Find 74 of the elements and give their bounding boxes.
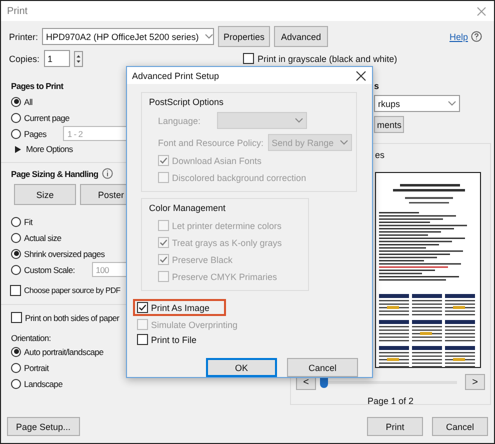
section-heading: Page Sizing & Handling bbox=[11, 168, 98, 178]
toolbar-button[interactable]: Advanced bbox=[274, 26, 328, 47]
radio-button[interactable] bbox=[11, 216, 21, 226]
radio-label: Landscape bbox=[24, 378, 62, 388]
checkbox-label: Print to File bbox=[151, 334, 197, 344]
radio-button[interactable] bbox=[11, 264, 21, 274]
caret-icon bbox=[340, 140, 348, 145]
window-title: Print bbox=[7, 6, 28, 16]
printer-dropdown[interactable]: HPD970A2 (HP OfficeJet 5200 series) bbox=[42, 28, 214, 45]
radio-label: Shrink oversized pages bbox=[24, 248, 105, 258]
radio-button[interactable] bbox=[11, 346, 21, 356]
radio-label: Current page bbox=[24, 112, 70, 122]
checkbox[interactable] bbox=[11, 312, 22, 323]
toolbar-button[interactable]: Properties bbox=[218, 26, 270, 47]
next-page-button[interactable]: > bbox=[465, 374, 485, 390]
printer-label: Printer: bbox=[9, 32, 38, 42]
checkbox[interactable] bbox=[137, 302, 148, 313]
radio-button[interactable] bbox=[11, 128, 21, 138]
radio-label: All bbox=[24, 96, 32, 106]
checkbox[interactable] bbox=[137, 334, 148, 345]
sizing-button[interactable]: Size bbox=[14, 184, 76, 205]
section-heading: Pages to Print bbox=[11, 81, 64, 91]
more-options-toggle[interactable]: More Options bbox=[26, 144, 73, 154]
radio-button[interactable] bbox=[11, 232, 21, 242]
section-heading: es bbox=[375, 150, 385, 160]
checkbox-label: Preserve CMYK Primaries bbox=[172, 272, 278, 282]
dialog-button[interactable]: Cancel bbox=[287, 358, 358, 377]
checkbox-label: Print on both sides of paper bbox=[25, 312, 120, 322]
checkbox[interactable] bbox=[242, 53, 254, 64]
radio-button[interactable] bbox=[11, 362, 21, 372]
caret-icon bbox=[294, 118, 303, 123]
checkbox-label: Treat grays as K-only grays bbox=[172, 238, 282, 248]
radio-label: Portrait bbox=[24, 362, 49, 372]
checkbox-label: Print As Image bbox=[151, 302, 210, 312]
checkbox-label: Download Asian Fonts bbox=[172, 156, 262, 166]
dialog-title: Advanced Print Setup bbox=[132, 70, 220, 80]
checkbox-label: Simulate Overprinting bbox=[151, 320, 238, 330]
radio-label: Fit bbox=[24, 216, 32, 226]
info-icon[interactable] bbox=[102, 168, 114, 179]
checkbox-label: Discolored background correction bbox=[172, 172, 306, 182]
copies-field[interactable]: 1 bbox=[44, 50, 70, 67]
dialog-button[interactable]: OK bbox=[206, 358, 277, 377]
checkbox[interactable] bbox=[10, 285, 21, 296]
language-label: Language: bbox=[158, 116, 201, 126]
help-icon[interactable] bbox=[471, 31, 482, 42]
section-heading: s bbox=[374, 81, 380, 91]
help-link[interactable]: Help bbox=[449, 32, 468, 42]
radio-button[interactable] bbox=[11, 248, 21, 258]
spinner-icon[interactable] bbox=[74, 50, 83, 66]
group-title: PostScript Options bbox=[149, 97, 225, 107]
caret-icon bbox=[204, 34, 213, 39]
comments-button[interactable]: ments bbox=[374, 116, 404, 133]
orientation-label: Orientation: bbox=[11, 333, 51, 343]
caret-icon bbox=[448, 101, 456, 106]
checkbox-label: Preserve Black bbox=[172, 254, 233, 264]
radio-label: Pages bbox=[24, 128, 46, 138]
radio-label: Auto portrait/landscape bbox=[24, 346, 104, 356]
radio-button[interactable] bbox=[11, 378, 21, 388]
comments-dropdown[interactable]: rkups bbox=[374, 95, 460, 112]
page-indicator: Page 1 of 2 bbox=[366, 396, 415, 406]
radio-button[interactable] bbox=[11, 112, 21, 122]
copies-label: Copies: bbox=[9, 54, 40, 64]
group-title: Color Management bbox=[149, 203, 227, 213]
close-icon[interactable] bbox=[356, 70, 366, 80]
dialog-button[interactable]: Cancel bbox=[432, 417, 488, 436]
dialog-button[interactable]: Print bbox=[367, 417, 423, 436]
checkbox-label: Let printer determine colors bbox=[172, 220, 282, 230]
checkbox-label: Choose paper source by PDF bbox=[24, 286, 120, 295]
expand-icon[interactable] bbox=[15, 146, 21, 152]
radio-label: Custom Scale: bbox=[24, 264, 75, 274]
radio-button[interactable] bbox=[11, 96, 21, 106]
checkbox-label: Print in grayscale (black and white) bbox=[258, 54, 398, 64]
page-setup-button[interactable]: Page Setup... bbox=[7, 417, 80, 436]
radio-label: Actual size bbox=[24, 232, 62, 242]
